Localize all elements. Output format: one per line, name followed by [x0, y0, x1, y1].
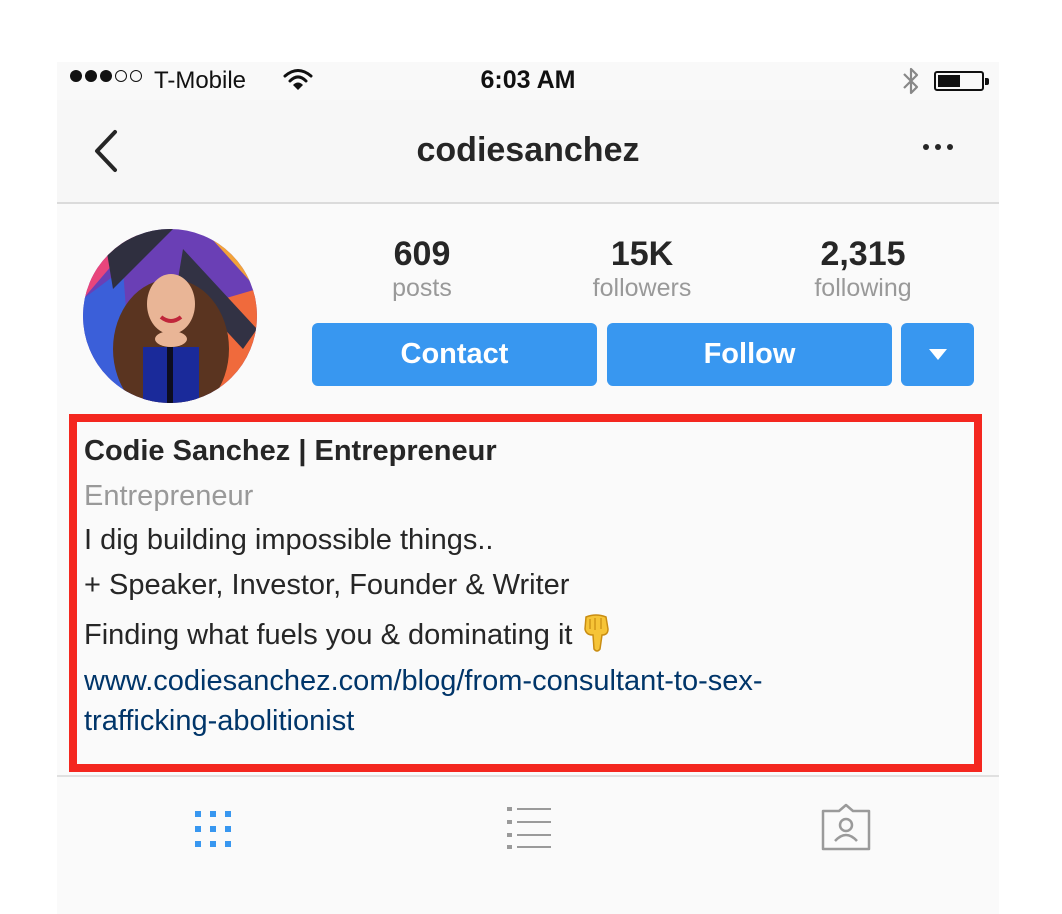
bio-line: Finding what fuels you & dominating it: [84, 619, 573, 651]
posts-stat[interactable]: 609 posts: [322, 234, 522, 302]
bio-line: + Speaker, Investor, Founder & Writer: [84, 569, 570, 601]
profile-category: Entrepreneur: [84, 480, 254, 512]
profile-full-name: Codie Sanchez | Entrepreneur: [84, 435, 497, 467]
avatar[interactable]: [83, 229, 257, 403]
bio-website-link-continued[interactable]: trafficking-abolitionist: [84, 705, 354, 738]
caret-down-icon: [928, 349, 947, 360]
battery-icon: [934, 71, 989, 91]
bio-line-with-emoji: Finding what fuels you & dominating it: [84, 614, 612, 653]
following-count: 2,315: [820, 235, 906, 273]
bio-line: I dig building impossible things..: [84, 524, 494, 556]
bluetooth-icon: [903, 67, 919, 95]
ellipsis-icon[interactable]: [923, 144, 953, 150]
page-title: codiesanchez: [416, 131, 640, 169]
bio-website-link[interactable]: www.codiesanchez.com/blog/from-consultan…: [84, 665, 763, 698]
suggestions-dropdown-button[interactable]: [901, 323, 974, 386]
pointing-down-hand-icon: [584, 614, 610, 653]
following-stat[interactable]: 2,315 following: [763, 234, 963, 302]
clock: 6:03 AM: [480, 66, 576, 94]
list-icon[interactable]: [505, 805, 553, 849]
tagged-user-icon[interactable]: [819, 803, 873, 853]
instagram-profile-screen: T-Mobile 6:03 AM codiesanchez 609 posts …: [57, 62, 999, 914]
follow-button[interactable]: Follow: [607, 323, 892, 386]
profile-tab-bar: [57, 775, 999, 867]
followers-label: followers: [592, 274, 692, 302]
posts-count: 609: [393, 235, 451, 273]
following-label: following: [814, 274, 912, 302]
posts-label: posts: [392, 274, 452, 302]
followers-count: 15K: [610, 235, 674, 273]
contact-button[interactable]: Contact: [312, 323, 597, 386]
grid-icon[interactable]: [193, 809, 233, 849]
status-bar: T-Mobile 6:03 AM: [57, 62, 999, 100]
followers-stat[interactable]: 15K followers: [542, 234, 742, 302]
nav-bar: codiesanchez: [57, 100, 999, 204]
